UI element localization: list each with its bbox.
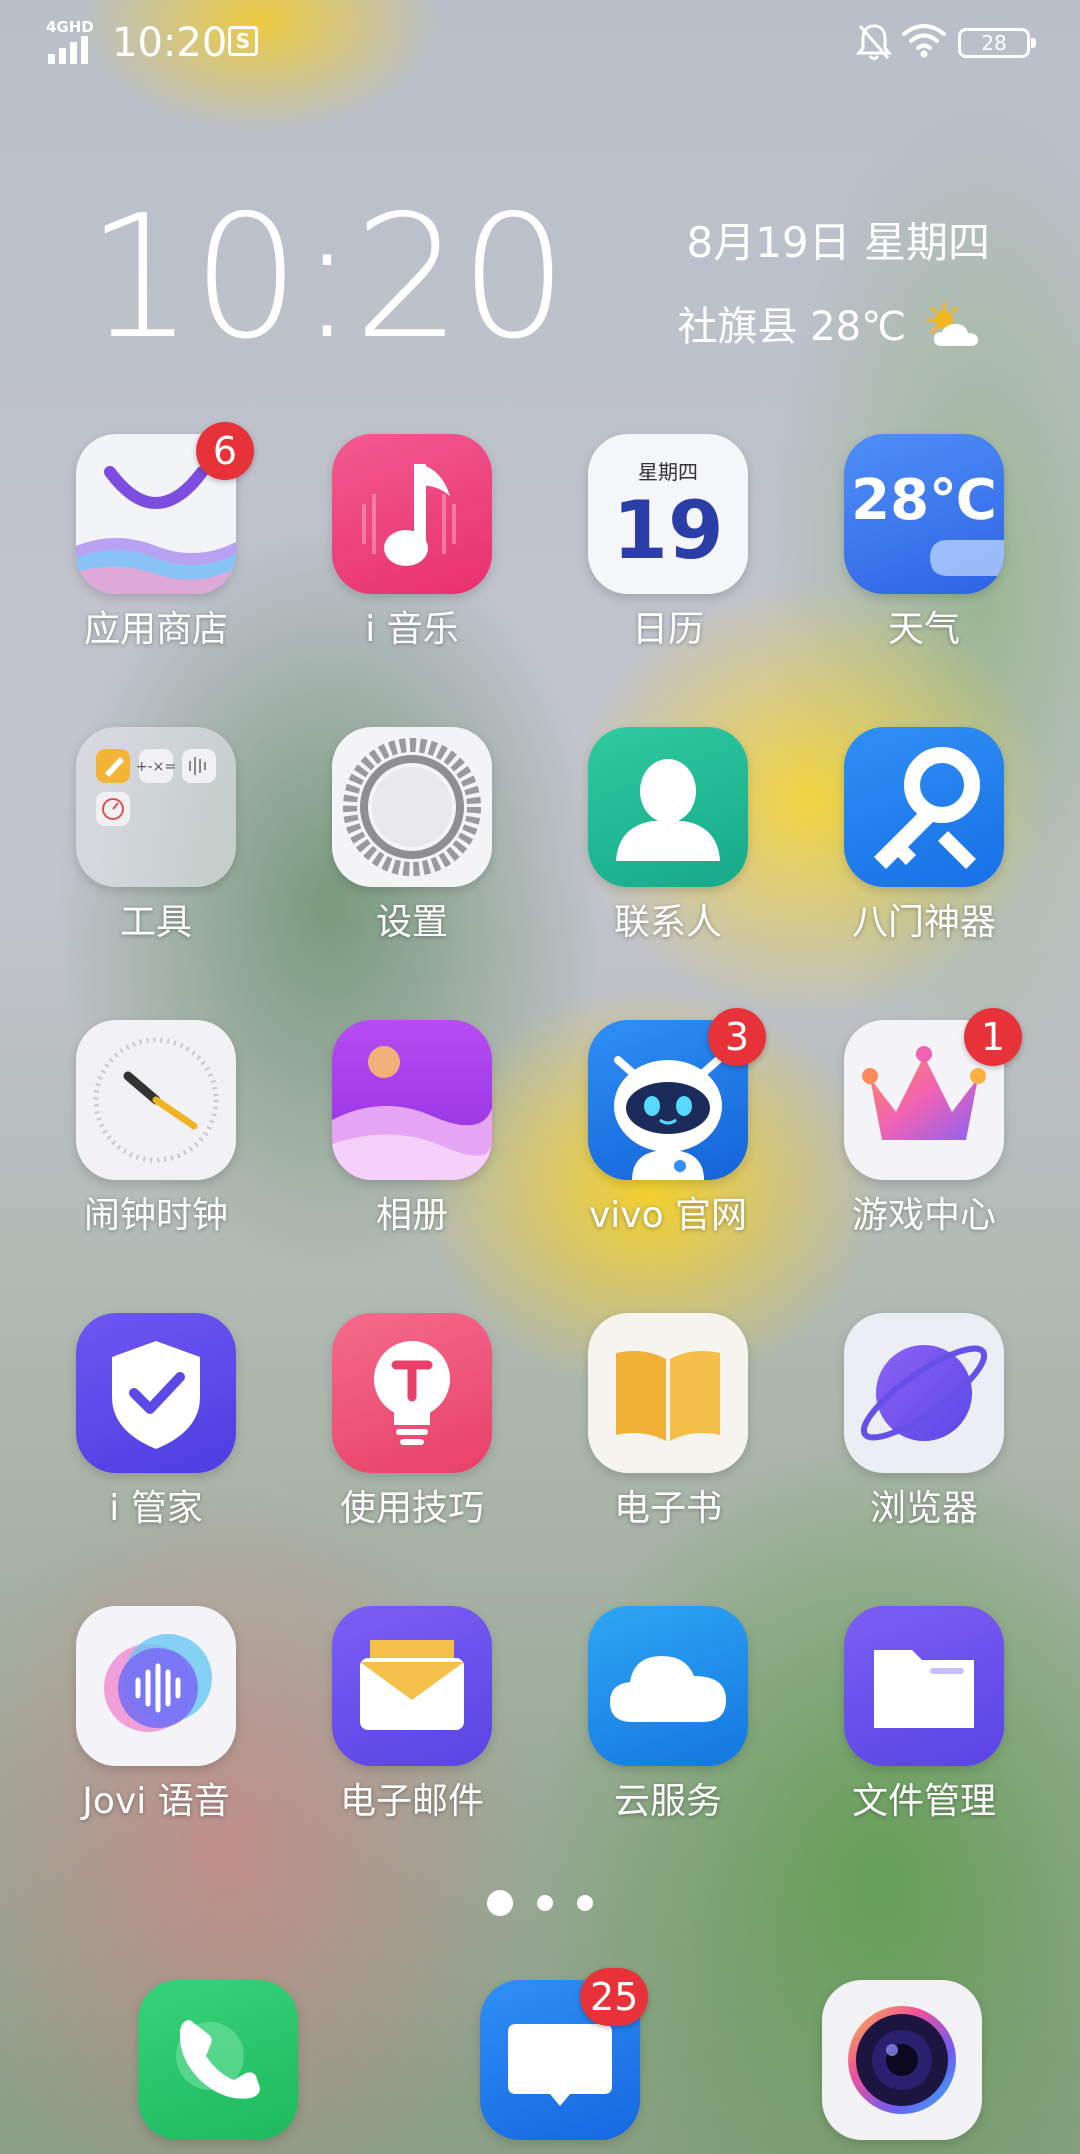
app-browser[interactable]: 浏览器: [824, 1313, 1024, 1531]
notification-badge: 25: [580, 1968, 649, 2026]
battery-indicator: 28: [958, 28, 1036, 58]
app-label: 天气: [887, 609, 960, 650]
app-label: Jovi 语音: [82, 1781, 230, 1822]
notification-s-icon: S: [228, 26, 258, 56]
bell-muted-icon: [856, 24, 892, 60]
app-label: 相册: [375, 1195, 448, 1236]
app-label: vivo 官网: [588, 1195, 748, 1236]
app-label: 联系人: [613, 902, 722, 943]
svg-text:+-×=: +-×=: [136, 759, 176, 775]
app-label: 游戏中心: [851, 1195, 996, 1236]
dock-phone[interactable]: [118, 1980, 318, 2140]
weather-icon: 28℃: [844, 434, 1004, 594]
folder-icon: [844, 1606, 1004, 1766]
phone-icon: [138, 1980, 298, 2140]
dock-messages[interactable]: 25: [460, 1968, 660, 2140]
app-vivo-official[interactable]: 3 vivo 官网: [568, 1008, 768, 1238]
app-label: i 音乐: [365, 609, 459, 650]
settings-gear-icon: [332, 727, 492, 887]
wifi-icon: [902, 24, 946, 58]
page-dot-3[interactable]: [577, 1895, 593, 1911]
calendar-day: 19: [612, 484, 724, 577]
book-icon: [588, 1313, 748, 1473]
app-label: 云服务: [613, 1781, 722, 1822]
app-file-manager[interactable]: 文件管理: [824, 1606, 1024, 1824]
app-weather[interactable]: 28℃ 天气: [824, 434, 1024, 652]
voice-wave-icon: [76, 1606, 236, 1766]
page-indicator[interactable]: [0, 1890, 1080, 1916]
widget-weather[interactable]: 社旗县 28℃: [677, 302, 988, 352]
app-contacts[interactable]: 联系人: [568, 727, 768, 945]
app-bamen-shenqi[interactable]: 八门神器: [824, 727, 1024, 945]
app-email[interactable]: 电子邮件: [312, 1606, 512, 1824]
partly-cloudy-icon: [926, 302, 978, 346]
app-clock[interactable]: 闹钟时钟: [56, 1020, 256, 1238]
contacts-icon: [588, 727, 748, 887]
key-wrench-icon: [844, 727, 1004, 887]
notification-badge: 3: [708, 1008, 766, 1066]
notification-badge: 1: [964, 1008, 1022, 1066]
app-label: 浏览器: [869, 1488, 978, 1529]
app-tools-folder[interactable]: +-×= 工具: [56, 727, 256, 945]
page-dot-2[interactable]: [537, 1895, 553, 1911]
gallery-icon: [332, 1020, 492, 1180]
app-label: 应用商店: [83, 609, 228, 650]
page-dot-1[interactable]: [487, 1890, 513, 1916]
mail-icon: [332, 1606, 492, 1766]
app-game-center[interactable]: 1 游戏中心: [824, 1008, 1024, 1238]
app-label: 工具: [119, 902, 192, 943]
app-app-store[interactable]: 6 应用商店: [56, 422, 256, 652]
tools-folder-icon: +-×=: [76, 727, 236, 887]
app-label: 八门神器: [851, 902, 996, 943]
camera-icon: [822, 1980, 982, 2140]
app-label: 使用技巧: [339, 1488, 484, 1529]
status-time: 10:20: [112, 20, 228, 66]
calendar-icon: 星期四 19: [588, 434, 748, 594]
app-label: i 管家: [109, 1488, 203, 1529]
cloud-icon: [588, 1606, 748, 1766]
app-calendar[interactable]: 星期四 19 日历: [568, 434, 768, 652]
app-settings[interactable]: 设置: [312, 727, 512, 945]
dock-camera[interactable]: [802, 1980, 1002, 2140]
notification-badge: 6: [196, 422, 254, 480]
app-label: 日历: [631, 609, 704, 650]
shield-check-icon: [76, 1313, 236, 1473]
app-ebook[interactable]: 电子书: [568, 1313, 768, 1531]
calendar-weekday: 星期四: [638, 460, 698, 484]
music-icon: [332, 434, 492, 594]
signal-icon: [48, 36, 88, 64]
app-i-manager[interactable]: i 管家: [56, 1313, 256, 1531]
widget-clock[interactable]: 10:20: [86, 188, 568, 368]
weather-text: 社旗县 28℃: [677, 304, 906, 350]
planet-icon: [844, 1313, 1004, 1473]
app-cloud-service[interactable]: 云服务: [568, 1606, 768, 1824]
status-bar: 4GHD 10:20 S 28: [0, 0, 1080, 86]
app-jovi-voice[interactable]: Jovi 语音: [56, 1606, 256, 1824]
lightbulb-icon: [332, 1313, 492, 1473]
widget-date[interactable]: 8月19日 星期四: [686, 218, 990, 268]
app-tips[interactable]: 使用技巧: [312, 1313, 512, 1531]
clock-icon: [76, 1020, 236, 1180]
app-label: 电子邮件: [339, 1781, 484, 1822]
app-music[interactable]: i 音乐: [312, 434, 512, 652]
app-label: 电子书: [613, 1488, 722, 1529]
app-label: 设置: [375, 902, 448, 943]
app-gallery[interactable]: 相册: [312, 1020, 512, 1238]
app-label: 文件管理: [851, 1781, 996, 1822]
app-label: 闹钟时钟: [83, 1195, 228, 1236]
